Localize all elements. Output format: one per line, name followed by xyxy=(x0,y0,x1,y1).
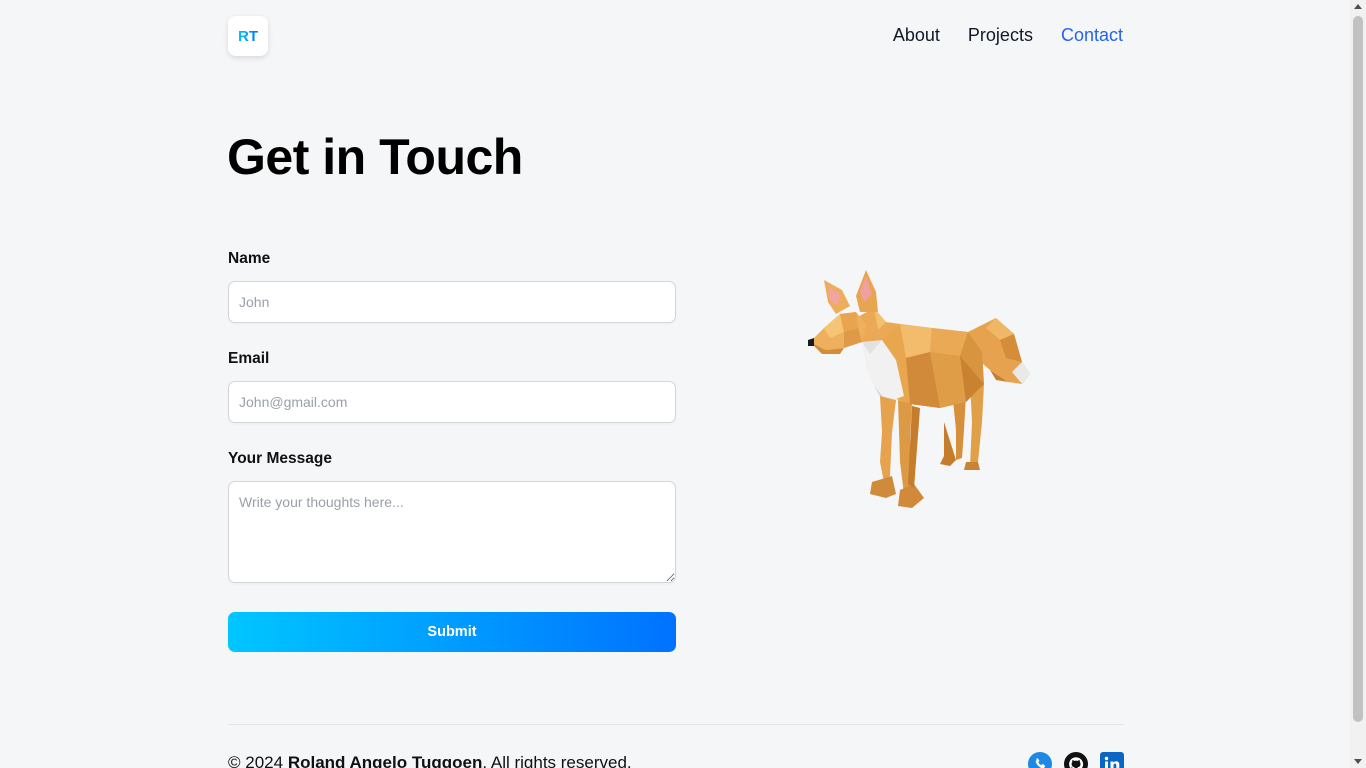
github-icon[interactable] xyxy=(1064,752,1088,768)
logo[interactable]: RT xyxy=(228,16,268,56)
name-group: Name xyxy=(228,250,676,323)
logo-text: RT xyxy=(238,27,258,45)
fox-illustration xyxy=(808,270,1030,508)
scroll-up-arrow-icon[interactable] xyxy=(1354,4,1362,9)
footer-divider xyxy=(228,724,1124,725)
message-label: Your Message xyxy=(228,450,332,467)
page: RT About Projects Contact Get in Touch N… xyxy=(0,0,1350,768)
submit-button[interactable]: Submit xyxy=(228,612,676,652)
owner-name: Roland Angelo Tuggoen xyxy=(287,753,483,768)
copyright-prefix: © 2024 xyxy=(228,753,284,768)
page-title: Get in Touch xyxy=(227,129,523,185)
name-input[interactable] xyxy=(228,281,676,323)
email-label: Email xyxy=(228,350,270,367)
linkedin-icon[interactable] xyxy=(1100,752,1124,768)
message-textarea[interactable] xyxy=(228,481,676,583)
contact-form: Name Email Your Message Submit xyxy=(228,250,676,652)
scroll-down-arrow-icon[interactable] xyxy=(1354,759,1362,764)
message-group: Your Message xyxy=(228,450,676,588)
scroll-thumb[interactable] xyxy=(1353,16,1363,722)
page-scrollbar[interactable] xyxy=(1350,0,1366,768)
main-nav: About Projects Contact xyxy=(893,25,1123,46)
nav-about[interactable]: About xyxy=(893,25,940,46)
rights-text: . All rights reserved. xyxy=(482,753,632,768)
nav-contact[interactable]: Contact xyxy=(1061,25,1123,46)
email-group: Email xyxy=(228,350,676,423)
copyright: © 2024 Roland Angelo Tuggoen. All rights… xyxy=(228,753,632,768)
nav-projects[interactable]: Projects xyxy=(968,25,1033,46)
email-input[interactable] xyxy=(228,381,676,423)
phone-icon[interactable] xyxy=(1028,752,1052,768)
name-label: Name xyxy=(228,250,271,267)
social-links xyxy=(1028,752,1124,768)
